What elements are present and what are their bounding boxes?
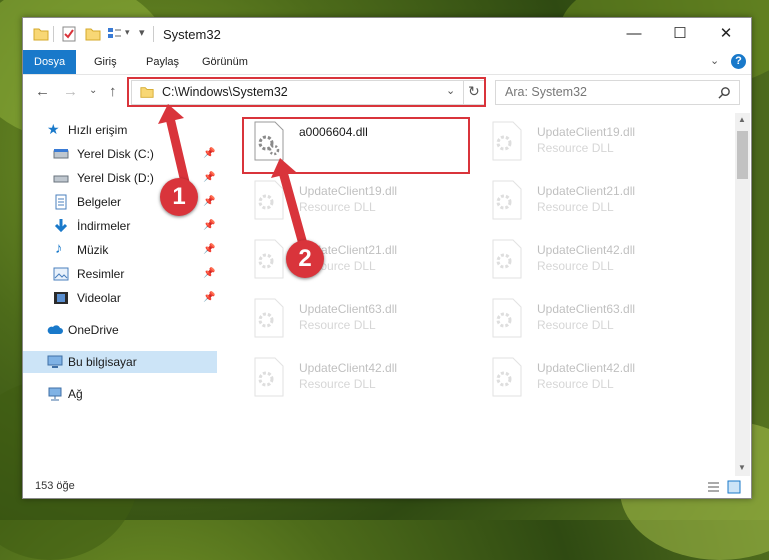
tab-giris[interactable]: Giriş bbox=[83, 50, 128, 74]
pin-icon[interactable]: 📌 bbox=[203, 148, 215, 159]
folder-icon bbox=[33, 28, 49, 41]
explorer-window: ▾ ▾ System32 — ☐ ✕ Dosya Giriş Paylaş Gö… bbox=[22, 17, 752, 499]
step-badge-1: 1 bbox=[160, 178, 198, 216]
nav-item-onedrive[interactable]: OneDrive bbox=[23, 319, 217, 341]
dll-file-icon bbox=[492, 357, 522, 397]
nav-item-pictures[interactable]: Resimler 📌 bbox=[23, 263, 217, 285]
nav-item-music[interactable]: ♪ Müzik 📌 bbox=[23, 239, 217, 261]
star-icon: ★ bbox=[47, 121, 60, 137]
file-item[interactable]: UpdateClient21.dll Resource DLL bbox=[481, 176, 711, 232]
pin-icon[interactable]: 📌 bbox=[203, 172, 215, 183]
scroll-down-icon[interactable]: ▼ bbox=[738, 463, 746, 472]
file-list: a0006604.dll UpdateClient19.dll Resource… bbox=[233, 113, 735, 476]
file-item[interactable]: UpdateClient19.dll Resource DLL bbox=[481, 117, 711, 173]
nav-item-this-pc[interactable]: Bu bilgisayar bbox=[23, 351, 217, 373]
large-icons-view-icon[interactable] bbox=[727, 480, 741, 494]
tab-paylas[interactable]: Paylaş bbox=[135, 50, 190, 74]
search-placeholder[interactable]: Ara: System32 bbox=[505, 85, 587, 99]
dll-file-icon bbox=[492, 298, 522, 338]
back-icon[interactable]: ← bbox=[35, 83, 50, 100]
pin-icon[interactable]: 📌 bbox=[203, 196, 215, 207]
tab-gorunum[interactable]: Görünüm bbox=[191, 50, 259, 74]
download-icon bbox=[54, 219, 68, 233]
dll-file-icon bbox=[492, 239, 522, 279]
expand-ribbon-icon[interactable]: ⌄ bbox=[710, 54, 719, 67]
videos-icon bbox=[54, 292, 68, 304]
dll-file-icon bbox=[254, 180, 284, 220]
file-item[interactable]: UpdateClient19.dll Resource DLL bbox=[243, 176, 473, 232]
forward-icon[interactable]: → bbox=[63, 83, 78, 100]
step-badge-2: 2 bbox=[286, 240, 324, 278]
file-item[interactable]: UpdateClient42.dll Resource DLL bbox=[243, 353, 473, 409]
nav-item-downloads[interactable]: İndirmeler 📌 bbox=[23, 215, 217, 237]
computer-icon bbox=[47, 355, 63, 368]
nav-item-quick-access[interactable]: ★ Hızlı erişim bbox=[23, 119, 217, 141]
documents-icon bbox=[55, 194, 67, 210]
cloud-icon bbox=[47, 325, 63, 334]
file-item[interactable]: UpdateClient42.dll Resource DLL bbox=[481, 353, 711, 409]
navigation-pane: ★ Hızlı erişim Yerel Disk (C:) 📌 Yerel D… bbox=[23, 113, 217, 476]
dll-file-icon bbox=[254, 239, 284, 279]
status-bar: 153 öğe bbox=[23, 476, 751, 498]
customize-toolbar-icon[interactable] bbox=[107, 26, 123, 42]
file-item[interactable]: UpdateClient42.dll Resource DLL bbox=[481, 235, 711, 291]
quick-access-menu-icon[interactable]: ▾ bbox=[139, 26, 145, 39]
pin-icon[interactable]: 📌 bbox=[203, 220, 215, 231]
nav-item-videos[interactable]: Videolar 📌 bbox=[23, 287, 217, 309]
new-folder-icon[interactable] bbox=[85, 26, 101, 42]
nav-item-network[interactable]: Ağ bbox=[23, 383, 217, 405]
chevron-down-icon[interactable]: ▾ bbox=[125, 27, 130, 38]
up-icon[interactable]: ↑ bbox=[109, 83, 117, 100]
file-highlight-box bbox=[242, 117, 470, 174]
pictures-icon bbox=[53, 267, 69, 281]
properties-icon[interactable] bbox=[61, 26, 77, 42]
tab-dosya[interactable]: Dosya bbox=[23, 50, 77, 74]
search-box[interactable]: Ara: System32 bbox=[495, 80, 740, 105]
recent-locations-icon[interactable]: ⌄ bbox=[89, 85, 97, 96]
dll-file-icon bbox=[254, 357, 284, 397]
help-icon[interactable]: ? bbox=[731, 54, 746, 69]
file-item[interactable]: UpdateClient21.dll Resource DLL bbox=[243, 235, 473, 291]
pin-icon[interactable]: 📌 bbox=[203, 292, 215, 303]
address-highlight-box bbox=[127, 77, 486, 107]
file-item[interactable]: UpdateClient63.dll Resource DLL bbox=[243, 294, 473, 350]
minimize-button[interactable]: — bbox=[611, 18, 657, 50]
search-icon[interactable] bbox=[718, 86, 731, 99]
scroll-up-icon[interactable]: ▲ bbox=[738, 115, 746, 124]
item-count: 153 öğe bbox=[35, 480, 75, 492]
title-bar: ▾ ▾ System32 — ☐ ✕ bbox=[23, 18, 751, 50]
pin-icon[interactable]: 📌 bbox=[203, 244, 215, 255]
dll-file-icon bbox=[492, 180, 522, 220]
nav-item-local-disk-c[interactable]: Yerel Disk (C:) 📌 bbox=[23, 143, 217, 165]
file-item[interactable]: UpdateClient63.dll Resource DLL bbox=[481, 294, 711, 350]
drive-icon bbox=[53, 175, 69, 183]
maximize-button[interactable]: ☐ bbox=[657, 18, 703, 50]
vertical-scrollbar[interactable]: ▲ ▼ bbox=[735, 113, 750, 476]
drive-icon bbox=[53, 149, 69, 159]
ribbon: Dosya Giriş Paylaş Görünüm ⌄ ? bbox=[23, 50, 751, 75]
close-button[interactable]: ✕ bbox=[703, 18, 749, 50]
details-view-icon[interactable] bbox=[707, 481, 720, 493]
network-icon bbox=[48, 387, 62, 401]
dll-file-icon bbox=[492, 121, 522, 161]
scroll-thumb[interactable] bbox=[737, 131, 748, 179]
dll-file-icon bbox=[254, 298, 284, 338]
address-row: ← → ⌄ ↑ C:\Windows\System32 ⌄ ↻ Ara: Sys… bbox=[23, 75, 751, 109]
music-icon: ♪ bbox=[55, 240, 63, 257]
window-title: System32 bbox=[163, 27, 221, 42]
pin-icon[interactable]: 📌 bbox=[203, 268, 215, 279]
